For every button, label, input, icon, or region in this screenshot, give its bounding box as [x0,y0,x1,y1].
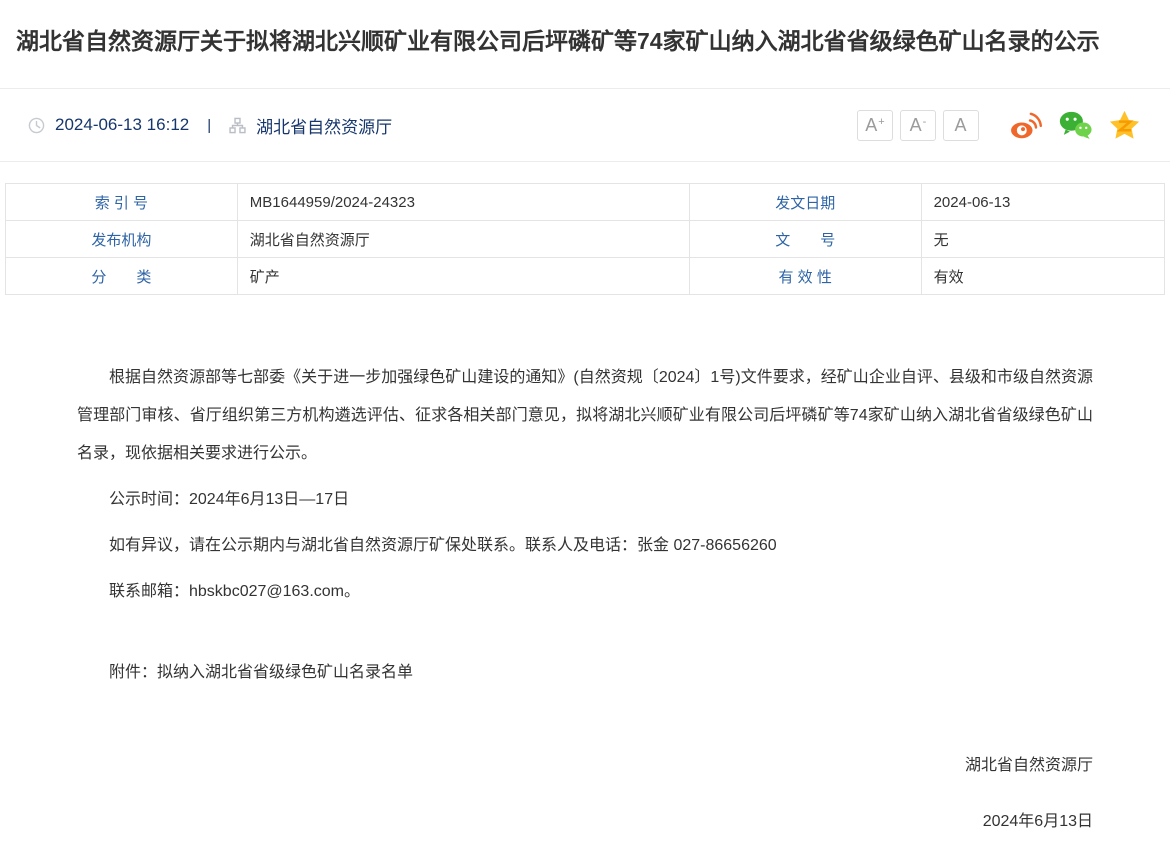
attachment-prefix: 附件： [109,664,157,681]
paragraph-publicity-period: 公示时间：2024年6月13日—17日 [77,481,1093,519]
table-row: 分 类 矿产 有 效 性 有效 [6,258,1165,295]
attachment-link[interactable]: 拟纳入湖北省省级绿色矿山名录名单 [157,664,413,681]
index-number-label: 索 引 号 [6,184,238,221]
meta-separator: | [207,117,211,134]
paragraph-email: 联系邮箱：hbskbc027@163.com。 [77,573,1093,611]
source-org-icon [229,117,246,134]
source-link[interactable]: 湖北省自然资源厅 [256,113,392,138]
signature-date: 2024年6月13日 [77,807,1093,831]
document-info-table: 索 引 号 MB1644959/2024-24323 发文日期 2024-06-… [5,183,1165,295]
meta-bar: 2024-06-13 16:12 | 湖北省自然资源厅 A+ A- A [0,89,1170,162]
meta-left-group: 2024-06-13 16:12 | 湖北省自然资源厅 [28,113,392,138]
publisher-label: 发布机构 [6,221,238,258]
category-value: 矿产 [237,258,689,295]
table-row: 索 引 号 MB1644959/2024-24323 发文日期 2024-06-… [6,184,1165,221]
page-title: 湖北省自然资源厅关于拟将湖北兴顺矿业有限公司后坪磷矿等74家矿山纳入湖北省省级绿… [16,26,1154,56]
font-decrease-button[interactable]: A- [900,110,936,141]
doc-number-value: 无 [921,221,1164,258]
publish-time: 2024-06-13 16:12 [55,115,189,135]
issue-date-label: 发文日期 [689,184,921,221]
publisher-value: 湖北省自然资源厅 [237,221,689,258]
clock-icon [28,117,45,134]
article-footer: 湖北省自然资源厅 2024年6月13日 [0,751,1170,831]
category-label: 分 类 [6,258,238,295]
validity-value: 有效 [921,258,1164,295]
attachment-line: 附件：拟纳入湖北省省级绿色矿山名录名单 [77,661,1093,685]
paragraph-main: 根据自然资源部等七部委《关于进一步加强绿色矿山建设的通知》(自然资规〔2024〕… [77,359,1093,473]
meta-right-group: A+ A- A [850,110,1140,141]
validity-label: 有 效 性 [689,258,921,295]
issue-date-value: 2024-06-13 [921,184,1164,221]
table-row: 发布机构 湖北省自然资源厅 文 号 无 [6,221,1165,258]
index-number-value: MB1644959/2024-24323 [237,184,689,221]
doc-number-label: 文 号 [689,221,921,258]
paragraph-contact: 如有异议，请在公示期内与湖北省自然资源厅矿保处联系。联系人及电话：张金 027-… [77,527,1093,565]
qzone-share-icon[interactable] [1109,110,1140,141]
font-increase-button[interactable]: A+ [857,110,893,141]
wechat-share-icon[interactable] [1059,111,1092,139]
weibo-share-icon[interactable] [1009,110,1042,140]
signature-org: 湖北省自然资源厅 [77,751,1093,775]
font-reset-button[interactable]: A [943,110,979,141]
article-body: 根据自然资源部等七部委《关于进一步加强绿色矿山建设的通知》(自然资规〔2024〕… [0,359,1170,685]
